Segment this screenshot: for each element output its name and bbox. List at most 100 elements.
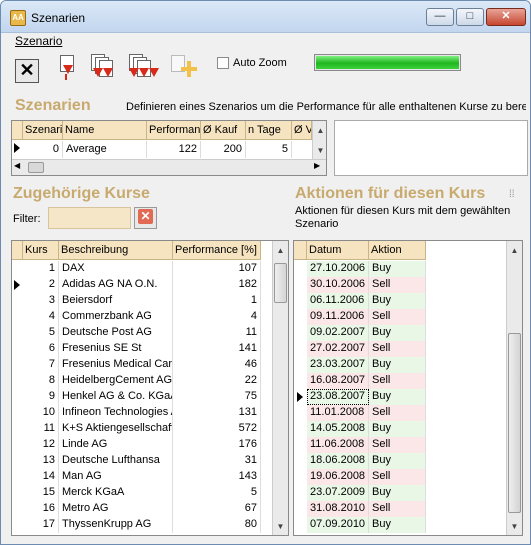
scroll-left-icon[interactable]: ◀ bbox=[14, 161, 20, 170]
maximize-button[interactable]: □ bbox=[456, 8, 484, 26]
cell-kurs[interactable]: 8 bbox=[23, 373, 59, 389]
cell-datum[interactable]: 31.08.2010 bbox=[307, 501, 369, 517]
add-scenario-icon[interactable] bbox=[169, 53, 201, 83]
cell-aktion[interactable]: Buy bbox=[369, 293, 426, 309]
cell-kurs[interactable]: 6 bbox=[23, 341, 59, 357]
cell-name[interactable]: Average bbox=[63, 141, 147, 158]
cell-beschreibung[interactable]: Infineon Technologies A bbox=[59, 405, 173, 421]
cell-aktion[interactable]: Buy bbox=[369, 389, 426, 405]
vscroll-thumb[interactable] bbox=[274, 263, 287, 303]
minimize-button[interactable]: — bbox=[426, 8, 454, 26]
cell-szenario[interactable]: 0 bbox=[23, 141, 63, 158]
cell-performance[interactable]: 176 bbox=[173, 437, 261, 453]
cell-datum[interactable]: 23.03.2007 bbox=[307, 357, 369, 373]
cell-performance[interactable]: 31 bbox=[173, 453, 261, 469]
cell-aktion[interactable]: Sell bbox=[369, 501, 426, 517]
cell-beschreibung[interactable]: Merck KGaA bbox=[59, 485, 173, 501]
cell-performance[interactable]: 46 bbox=[173, 357, 261, 373]
cell-kurs[interactable]: 11 bbox=[23, 421, 59, 437]
cell-performance[interactable]: 75 bbox=[173, 389, 261, 405]
cell-kurs[interactable]: 5 bbox=[23, 325, 59, 341]
close-button[interactable]: ✕ bbox=[486, 8, 526, 26]
cell-performance[interactable]: 182 bbox=[173, 277, 261, 293]
cell-beschreibung[interactable]: Henkel AG & Co. KGaA bbox=[59, 389, 173, 405]
cell-aktion[interactable]: Sell bbox=[369, 341, 426, 357]
col-header-performance[interactable]: Performance bbox=[147, 121, 201, 140]
cell-aktion[interactable]: Buy bbox=[369, 421, 426, 437]
cell-kurs[interactable]: 2 bbox=[23, 277, 59, 293]
cell-kauf[interactable]: 200 bbox=[201, 141, 246, 158]
cell-datum[interactable]: 09.11.2006 bbox=[307, 309, 369, 325]
scenario-hscrollbar[interactable]: ◀ ▶ bbox=[12, 159, 326, 175]
scenario-vscrollbar[interactable]: ▲ ▼ bbox=[312, 121, 326, 159]
cell-aktion[interactable]: Sell bbox=[369, 277, 426, 293]
cell-kurs[interactable]: 13 bbox=[23, 453, 59, 469]
cell-datum[interactable]: 09.02.2007 bbox=[307, 325, 369, 341]
cell-datum[interactable]: 18.06.2008 bbox=[307, 453, 369, 469]
cell-aktion[interactable]: Sell bbox=[369, 405, 426, 421]
col-header-aktion[interactable]: Aktion bbox=[369, 241, 426, 260]
courses-grid[interactable]: Kurs Beschreibung Performance [%] 1 DAX 10… bbox=[11, 240, 289, 536]
title-bar[interactable]: AA Szenarien — □ ✕ bbox=[1, 1, 530, 33]
scenario-grid[interactable]: Szenario Name Performance Ø Kauf n Tage … bbox=[11, 120, 327, 176]
cell-aktion[interactable]: Buy bbox=[369, 485, 426, 501]
col-header-name[interactable]: Name bbox=[63, 121, 147, 140]
cell-aktion[interactable]: Sell bbox=[369, 437, 426, 453]
cell-aktion[interactable]: Buy bbox=[369, 357, 426, 373]
cell-kurs[interactable]: 7 bbox=[23, 357, 59, 373]
cell-kurs[interactable]: 12 bbox=[23, 437, 59, 453]
cell-datum[interactable]: 06.11.2006 bbox=[307, 293, 369, 309]
cell-datum[interactable]: 27.02.2007 bbox=[307, 341, 369, 357]
menu-item-szenario[interactable]: Szenario bbox=[15, 34, 62, 48]
cell-datum[interactable]: 11.06.2008 bbox=[307, 437, 369, 453]
scroll-up-icon[interactable]: ▲ bbox=[313, 123, 326, 138]
scroll-down-icon[interactable]: ▼ bbox=[507, 519, 522, 534]
cell-datum[interactable]: 16.08.2007 bbox=[307, 373, 369, 389]
cell-datum[interactable]: 27.10.2006 bbox=[307, 261, 369, 277]
cell-performance[interactable]: 80 bbox=[173, 517, 261, 533]
cell-beschreibung[interactable]: Fresenius SE St bbox=[59, 341, 173, 357]
cell-performance[interactable]: 143 bbox=[173, 469, 261, 485]
cell-datum[interactable]: 23.08.2007 bbox=[307, 389, 369, 405]
cell-kurs[interactable]: 4 bbox=[23, 309, 59, 325]
cell-performance[interactable]: 4 bbox=[173, 309, 261, 325]
clear-filter-button[interactable]: ✕ bbox=[134, 207, 157, 229]
cell-performance[interactable]: 141 bbox=[173, 341, 261, 357]
cell-datum[interactable]: 23.07.2009 bbox=[307, 485, 369, 501]
filter-input[interactable] bbox=[48, 207, 131, 229]
scroll-up-icon[interactable]: ▲ bbox=[273, 243, 288, 258]
cell-performance[interactable]: 131 bbox=[173, 405, 261, 421]
cell-aktion[interactable]: Buy bbox=[369, 261, 426, 277]
cell-datum[interactable]: 30.10.2006 bbox=[307, 277, 369, 293]
cell-beschreibung[interactable]: Deutsche Lufthansa bbox=[59, 453, 173, 469]
scroll-down-icon[interactable]: ▼ bbox=[313, 143, 326, 158]
cell-aktion[interactable]: Sell bbox=[369, 309, 426, 325]
col-header-v[interactable]: Ø V bbox=[292, 121, 312, 140]
cell-performance[interactable]: 122 bbox=[147, 141, 201, 158]
cell-kurs[interactable]: 3 bbox=[23, 293, 59, 309]
cell-performance[interactable]: 11 bbox=[173, 325, 261, 341]
cell-kurs[interactable]: 14 bbox=[23, 469, 59, 485]
cell-kurs[interactable]: 10 bbox=[23, 405, 59, 421]
col-header-kauf[interactable]: Ø Kauf bbox=[201, 121, 246, 140]
cell-tage[interactable]: 5 bbox=[246, 141, 292, 158]
vscroll-thumb[interactable] bbox=[508, 333, 521, 513]
cell-kurs[interactable]: 15 bbox=[23, 485, 59, 501]
cell-performance[interactable]: 22 bbox=[173, 373, 261, 389]
courses-vscrollbar[interactable]: ▲ ▼ bbox=[272, 241, 288, 535]
col-header-performance[interactable]: Performance [%] bbox=[173, 241, 261, 260]
hscroll-thumb[interactable] bbox=[28, 162, 44, 173]
cell-performance[interactable]: 572 bbox=[173, 421, 261, 437]
cell-beschreibung[interactable]: DAX bbox=[59, 261, 173, 277]
cell-beschreibung[interactable]: Fresenius Medical Care bbox=[59, 357, 173, 373]
scroll-down-icon[interactable]: ▼ bbox=[273, 519, 288, 534]
cell-aktion[interactable]: Buy bbox=[369, 517, 426, 533]
cell-aktion[interactable]: Buy bbox=[369, 453, 426, 469]
scroll-right-icon[interactable]: ▶ bbox=[314, 161, 320, 170]
cell-beschreibung[interactable]: K+S Aktiengesellschaft bbox=[59, 421, 173, 437]
cell-performance[interactable]: 67 bbox=[173, 501, 261, 517]
run-multi-icon[interactable] bbox=[89, 53, 123, 83]
cell-beschreibung[interactable]: Beiersdorf bbox=[59, 293, 173, 309]
cell-aktion[interactable]: Sell bbox=[369, 469, 426, 485]
cell-aktion[interactable]: Sell bbox=[369, 373, 426, 389]
